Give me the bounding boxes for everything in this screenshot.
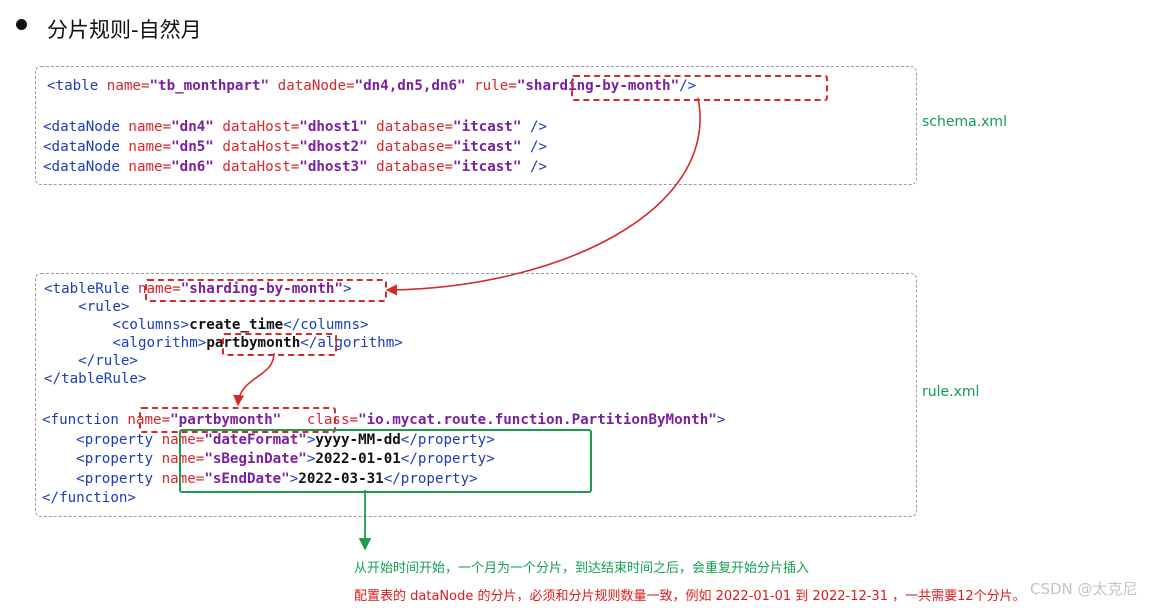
note-red: 配置表的 dataNode 的分片，必须和分片规则数量一致，例如 2022-01… [354, 589, 1026, 604]
arrows-overlay [233, 97, 701, 551]
note-green: 从开始时间开始，一个月为一个分片，到达结束时间之后，会重复开始分片插入 [354, 561, 810, 576]
watermark: CSDN @太克尼 [1030, 580, 1138, 598]
arrow-rule-to-tablerule [385, 97, 701, 296]
arrow-algorithm-to-function [233, 352, 275, 407]
